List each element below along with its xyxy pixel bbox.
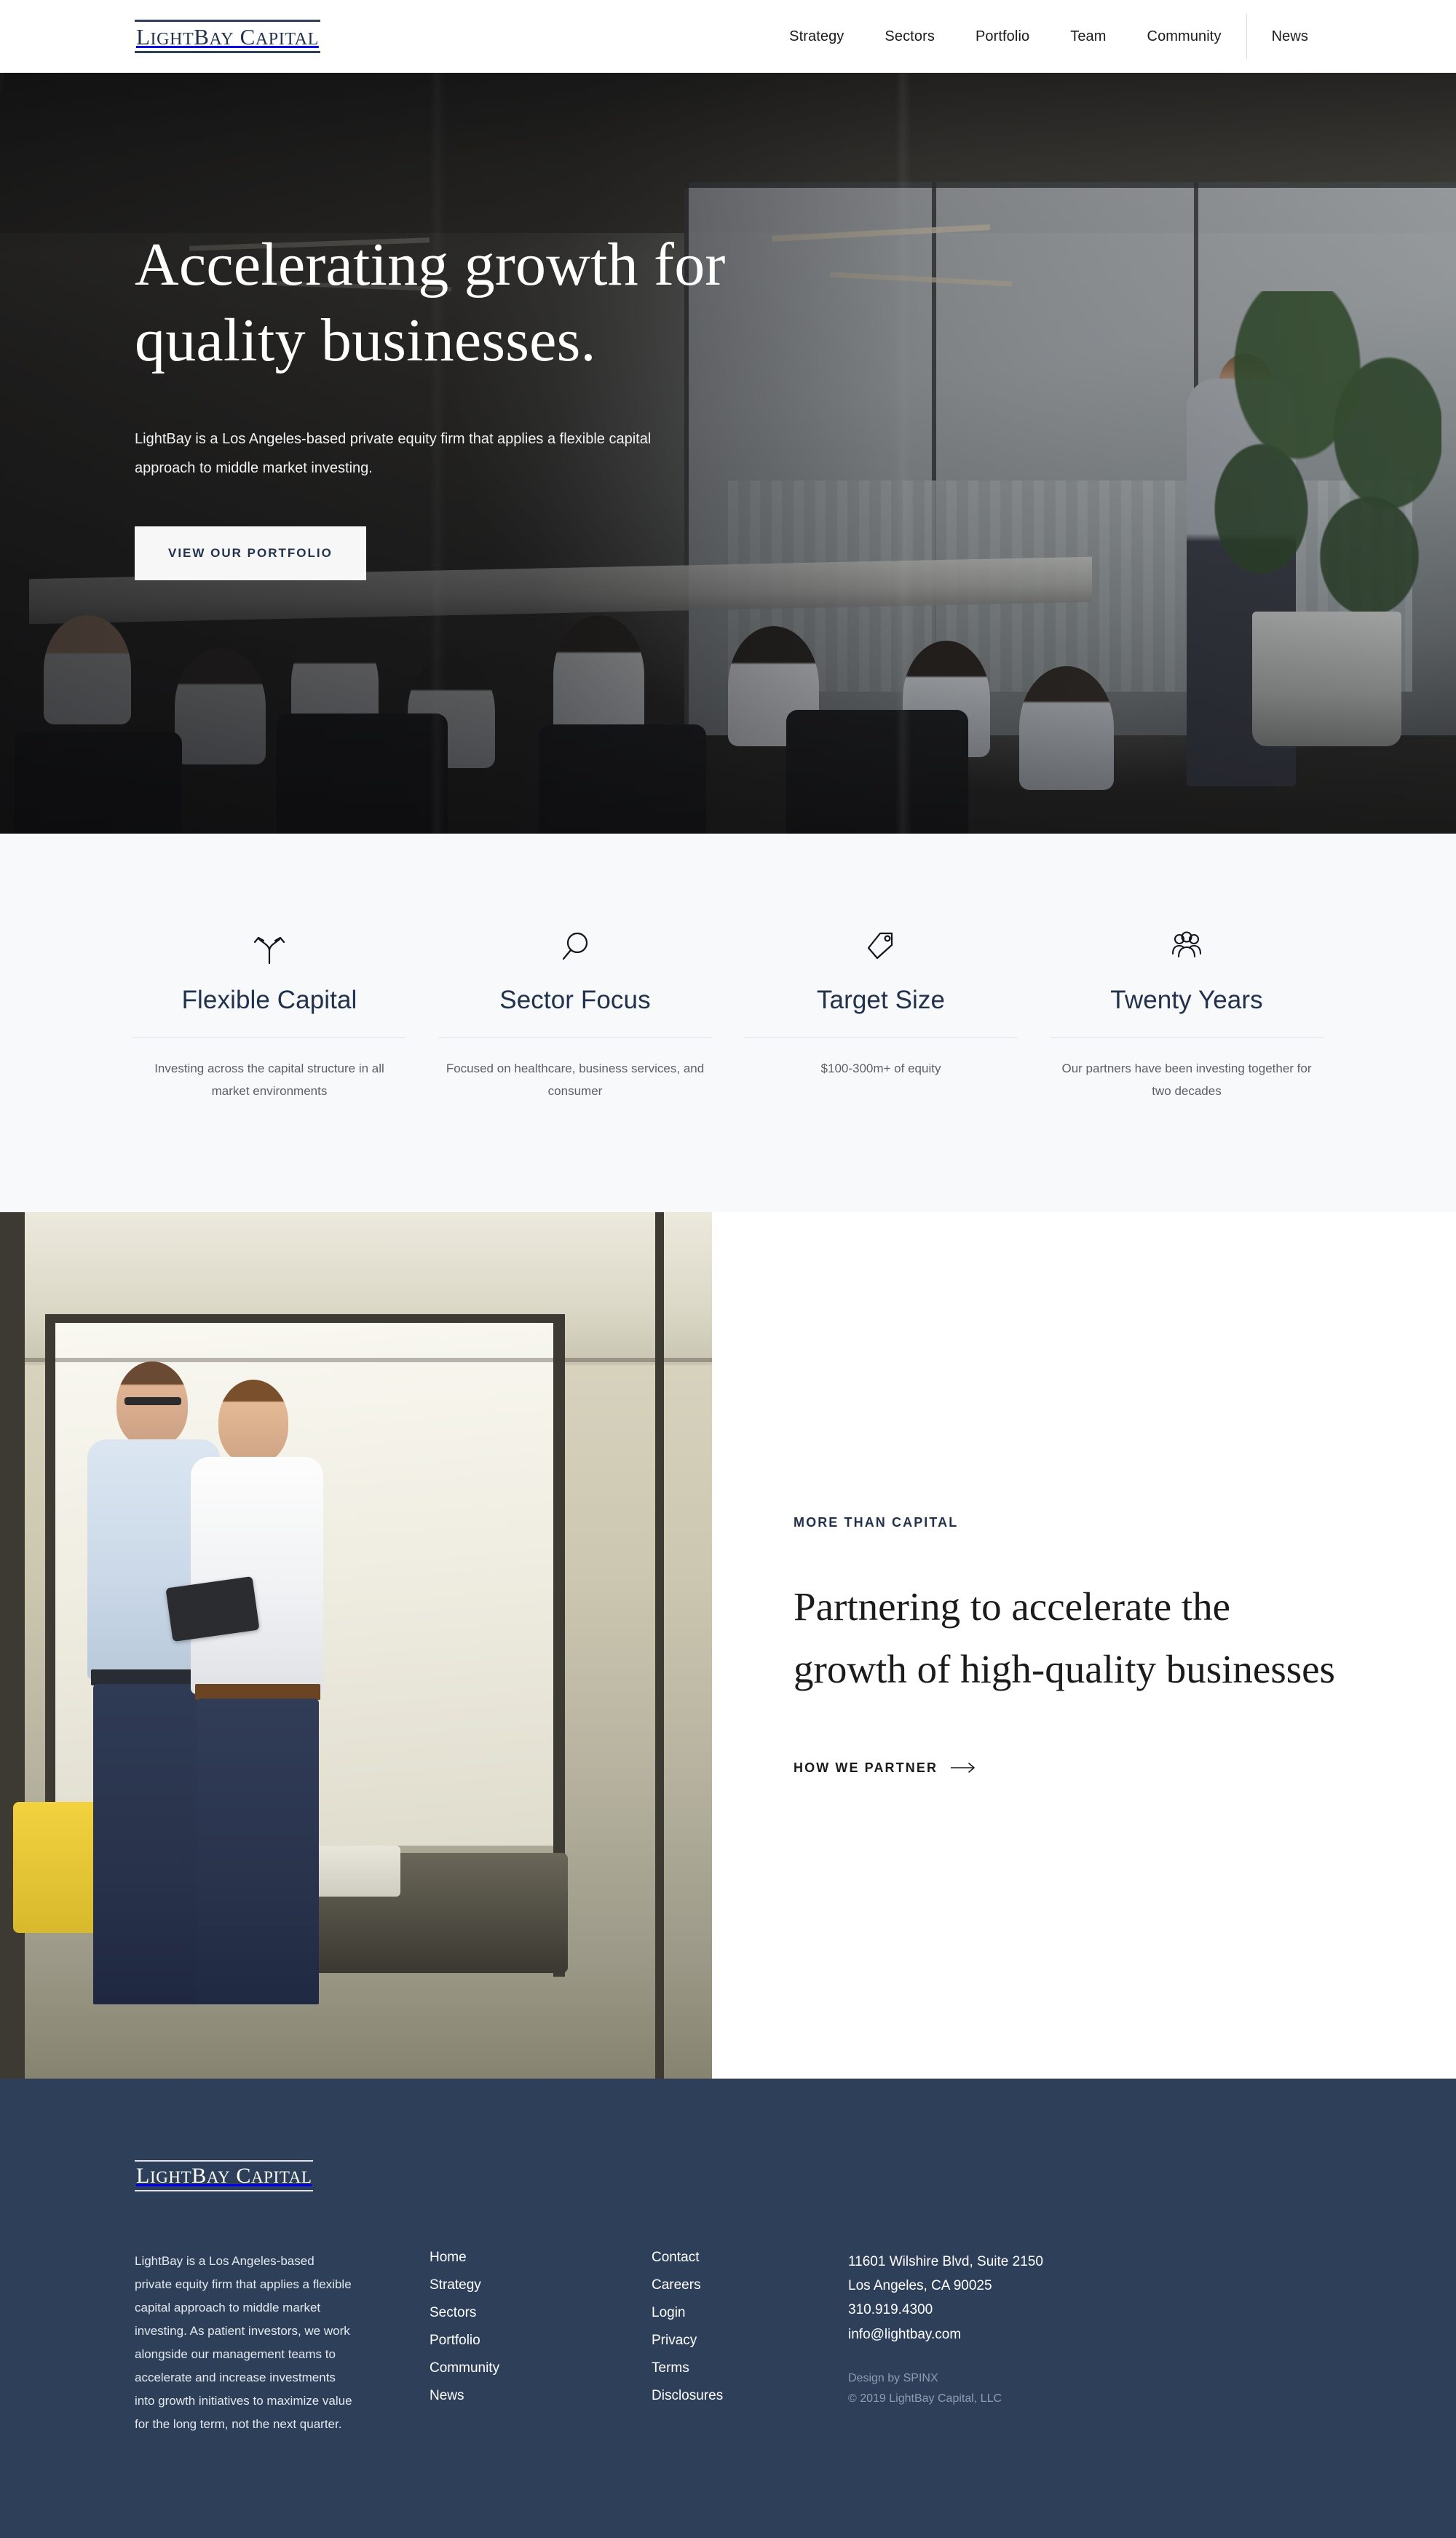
feature-target-size: Target Size $100-300m+ of equity [728,928,1034,1103]
nav-item-community[interactable]: Community [1127,28,1242,45]
footer-logo-l: L [136,2163,150,2188]
price-tag-icon [744,928,1018,966]
branching-arrows-icon [132,928,406,966]
logo-rule-bottom [135,51,320,53]
footer-logo-b: B [191,2163,207,2188]
partner-eyebrow: MORE THAN CAPITAL [794,1515,959,1530]
footer-logo[interactable]: LIGHTBAY CAPITAL [135,2159,314,2191]
footer-copyright: © 2019 LightBay Capital, LLC [848,2392,1002,2405]
feature-sector-focus: Sector Focus Focused on healthcare, busi… [422,928,728,1103]
feature-twenty-years: Twenty Years Our partners have been inve… [1034,928,1340,1103]
feature-divider [132,1037,406,1038]
nav-item-portfolio[interactable]: Portfolio [955,28,1050,45]
footer-nav-secondary: Contact Careers Login Privacy Terms Disc… [652,2250,797,2436]
footer-about-text: LightBay is a Los Angeles-based private … [135,2253,352,2431]
footer-logo-rule-top [135,2159,314,2162]
nav-divider [1246,14,1247,59]
hero-subtitle: LightBay is a Los Angeles-based private … [135,431,652,477]
footer-address-line1: 11601 Wilshire Blvd, Suite 2150 [848,2253,1043,2269]
footer-link-community[interactable]: Community [430,2360,575,2376]
footer-logo-c: C [236,2163,251,2188]
nav-item-sectors[interactable]: Sectors [864,28,955,45]
footer-contact-block: 11601 Wilshire Blvd, Suite 2150 Los Ange… [848,2250,1043,2436]
footer-address-line2: Los Angeles, CA 90025 [848,2278,992,2294]
logo-ight: IGHT [150,30,194,49]
footer-link-portfolio[interactable]: Portfolio [430,2333,575,2349]
feature-description: Our partners have been investing togethe… [1061,1062,1312,1099]
logo-c: C [240,24,256,50]
footer-nav-primary: Home Strategy Sectors Portfolio Communit… [430,2250,575,2436]
footer-link-login[interactable]: Login [652,2305,797,2321]
partner-content: MORE THAN CAPITAL Partnering to accelera… [712,1212,1456,2079]
logo-apital: APITAL [255,30,319,49]
partner-section: MORE THAN CAPITAL Partnering to accelera… [0,1211,1456,2079]
footer-phone-link[interactable]: 310.919.4300 [848,2298,1043,2322]
feature-title: Sector Focus [499,986,651,1014]
feature-divider [744,1037,1018,1038]
partner-title: Partnering to accelerate the growth of h… [794,1584,1335,1691]
footer-credits: Design by SPINX © 2019 LightBay Capital,… [848,2368,1043,2409]
footer-design-credit[interactable]: Design by SPINX [848,2368,1043,2389]
feature-description: $100-300m+ of equity [820,1062,941,1075]
header-logo[interactable]: LIGHTBAY CAPITAL [135,20,320,53]
hero-section: Accelerating growth for quality business… [0,73,1456,834]
arrow-right-icon [951,1763,976,1773]
nav-item-news[interactable]: News [1251,28,1329,45]
primary-navigation: Strategy Sectors Portfolio Team Communit… [769,14,1329,59]
hero-title: Accelerating growth for quality business… [135,231,726,375]
hero-content: Accelerating growth for quality business… [0,73,874,581]
page-root: LIGHTBAY CAPITAL Strategy Sectors Portfo… [0,0,1456,2538]
nav-item-strategy[interactable]: Strategy [769,28,864,45]
footer-link-contact[interactable]: Contact [652,2250,797,2266]
magnifier-icon [438,928,712,966]
logo-b: B [194,24,210,50]
feature-divider [438,1037,712,1038]
footer-logo-wordmark: LIGHTBAY CAPITAL [135,2165,313,2187]
nav-item-team[interactable]: Team [1050,28,1126,45]
feature-flexible-capital: Flexible Capital Investing across the ca… [116,928,422,1103]
partner-photo [0,1211,712,2079]
feature-title: Twenty Years [1110,986,1263,1014]
footer-logo-rule-bottom [135,2189,314,2191]
how-we-partner-link[interactable]: HOW WE PARTNER [794,1760,1340,1776]
footer-logo-ay: AY [206,2167,231,2186]
view-portfolio-button[interactable]: VIEW OUR PORTFOLIO [135,526,366,581]
how-we-partner-label: HOW WE PARTNER [794,1760,938,1775]
logo-wordmark: LIGHTBAY CAPITAL [135,25,320,48]
feature-description: Investing across the capital structure i… [154,1062,384,1099]
logo-rule-top [135,20,320,22]
features-section: Flexible Capital Investing across the ca… [0,834,1456,1212]
feature-divider [1050,1037,1324,1038]
site-header: LIGHTBAY CAPITAL Strategy Sectors Portfo… [0,0,1456,73]
footer-link-strategy[interactable]: Strategy [430,2277,575,2293]
footer-link-terms[interactable]: Terms [652,2360,797,2376]
footer-link-home[interactable]: Home [430,2250,575,2266]
footer-link-news[interactable]: News [430,2388,575,2404]
feature-title: Flexible Capital [181,986,357,1014]
feature-description: Focused on healthcare, business services… [446,1062,705,1099]
footer-link-privacy[interactable]: Privacy [652,2333,797,2349]
footer-link-disclosures[interactable]: Disclosures [652,2388,797,2404]
feature-title: Target Size [816,986,946,1014]
logo-ay: AY [209,30,234,49]
logo-l: L [136,24,151,50]
footer-link-careers[interactable]: Careers [652,2277,797,2293]
footer-logo-apital: APITAL [250,2167,312,2186]
footer-link-sectors[interactable]: Sectors [430,2305,575,2321]
footer-columns: LightBay is a Los Angeles-based private … [135,2250,1340,2436]
people-group-icon [1050,928,1324,966]
footer-email-link[interactable]: info@lightbay.com [848,2322,1043,2347]
footer-logo-ight: IGHT [149,2167,192,2186]
site-footer: LIGHTBAY CAPITAL LightBay is a Los Angel… [0,2078,1456,2538]
